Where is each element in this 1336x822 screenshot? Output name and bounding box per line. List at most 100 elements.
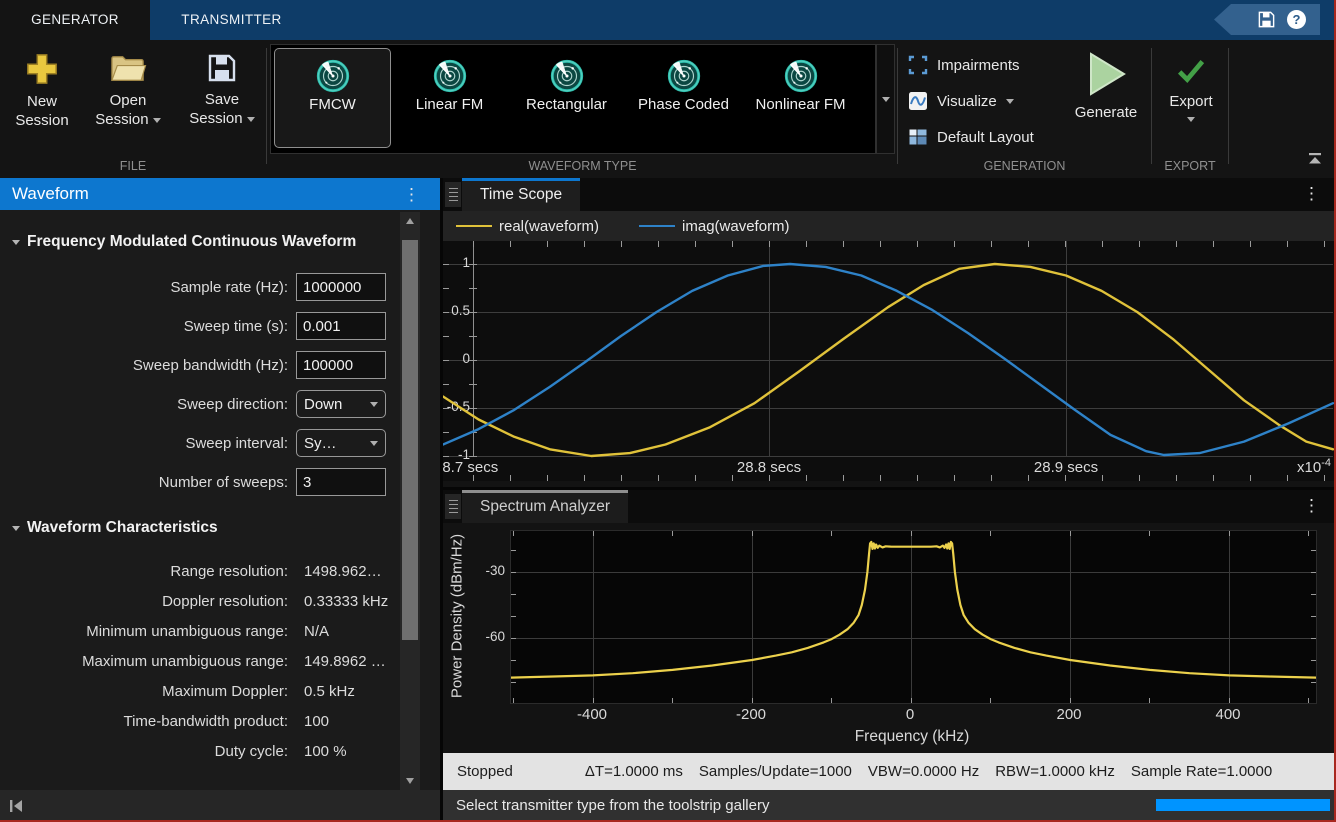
- section-divider: [897, 48, 898, 164]
- drag-grip-icon[interactable]: [445, 182, 461, 207]
- section-header-characteristics[interactable]: Waveform Characteristics: [12, 518, 396, 538]
- export-section-label: EXPORT: [1152, 159, 1228, 173]
- status-vbw: VBW=0.0000 Hz: [868, 763, 979, 780]
- x-axis-title: Frequency (kHz): [812, 728, 1012, 746]
- save-session-button[interactable]: Save Session: [178, 52, 266, 128]
- export-check-icon: [1174, 54, 1208, 88]
- impairments-button[interactable]: Impairments: [908, 52, 1020, 78]
- doppler-resolution-value: 0.33333 kHz: [296, 593, 388, 610]
- characteristic-row: Time-bandwidth product:100: [0, 706, 398, 736]
- bottom-bar-left: [0, 790, 440, 822]
- tab-time-scope[interactable]: Time Scope: [462, 178, 580, 211]
- spectrum-curve: [511, 531, 1316, 703]
- min-unambiguous-range-value: N/A: [296, 623, 329, 640]
- characteristic-row: Maximum unambiguous range:149.8962 …: [0, 646, 398, 676]
- arrow-down-icon: [406, 778, 414, 784]
- sweep-time-input[interactable]: [296, 312, 386, 340]
- waveform-characteristics-list: Range resolution:1498.962… Doppler resol…: [0, 556, 398, 766]
- export-button[interactable]: Export: [1158, 54, 1224, 122]
- collapse-triangle-icon: [12, 526, 20, 531]
- file-section-label: FILE: [0, 159, 266, 173]
- section-divider: [266, 48, 267, 164]
- legend-item-real[interactable]: real(waveform): [456, 218, 599, 235]
- scrollbar-thumb[interactable]: [402, 240, 418, 640]
- chevron-down-icon: [370, 441, 378, 446]
- time-scope-legend: real(waveform) imag(waveform): [443, 211, 1336, 241]
- open-session-button[interactable]: Open Session: [82, 52, 174, 129]
- help-icon[interactable]: ?: [1287, 10, 1306, 29]
- new-session-icon: [25, 52, 59, 86]
- sweep-bandwidth-input[interactable]: [296, 351, 386, 379]
- gallery-item-fmcw[interactable]: FMCW: [274, 48, 391, 148]
- collapse-ribbon-icon[interactable]: [1306, 152, 1324, 166]
- panel-menu-icon[interactable]: ⋮: [1303, 185, 1320, 202]
- waveform-panel-title: Waveform: [12, 184, 89, 203]
- toolstrip: New Session Open Session Save Session FI…: [0, 40, 1336, 178]
- legend-line-swatch: [639, 225, 675, 228]
- panel-menu-icon[interactable]: ⋮: [403, 186, 420, 203]
- chevron-down-icon: [1187, 117, 1195, 122]
- spectrum-tabbar: Spectrum Analyzer ⋮: [443, 490, 1336, 523]
- panel-scrollbar[interactable]: [400, 212, 420, 790]
- section-divider: [1151, 48, 1152, 164]
- gallery-item-linear-fm[interactable]: Linear FM: [391, 48, 508, 148]
- sweep-direction-select[interactable]: Down: [296, 390, 386, 418]
- gallery-item-rectangular[interactable]: Rectangular: [508, 48, 625, 148]
- characteristic-row: Minimum unambiguous range:N/A: [0, 616, 398, 646]
- radar-icon: [431, 57, 469, 95]
- tab-transmitter[interactable]: TRANSMITTER: [150, 0, 313, 40]
- collapse-panel-icon[interactable]: [8, 797, 26, 815]
- arrow-up-icon: [406, 218, 414, 224]
- waveform-type-gallery: FMCW Linear FM Rectangular Phase Coded N…: [270, 44, 876, 154]
- tab-generator[interactable]: GENERATOR: [0, 0, 150, 40]
- save-icon[interactable]: [1257, 10, 1276, 29]
- field-row: Sweep direction: Down: [0, 389, 398, 419]
- y-tick-label: -30: [465, 563, 505, 578]
- y-tick-label: -60: [465, 629, 505, 644]
- legend-line-swatch: [456, 225, 492, 228]
- sample-rate-input[interactable]: [296, 273, 386, 301]
- gallery-item-nonlinear-fm[interactable]: Nonlinear FM: [742, 48, 859, 148]
- time-bandwidth-product-value: 100: [296, 713, 329, 730]
- sweep-interval-select[interactable]: Sy…: [296, 429, 386, 457]
- status-message: Select transmitter type from the toolstr…: [456, 797, 769, 814]
- radar-icon: [782, 57, 820, 95]
- default-layout-button[interactable]: Default Layout: [908, 124, 1034, 150]
- number-of-sweeps-label: Number of sweeps:: [0, 474, 296, 491]
- duty-cycle-value: 100 %: [296, 743, 347, 760]
- characteristic-row: Duty cycle:100 %: [0, 736, 398, 766]
- chevron-down-icon: [882, 97, 890, 102]
- tab-spectrum-analyzer[interactable]: Spectrum Analyzer: [462, 490, 628, 523]
- range-resolution-value: 1498.962…: [296, 563, 382, 580]
- waveform-type-section-label: WAVEFORM TYPE: [270, 159, 895, 173]
- scroll-up-button[interactable]: [400, 212, 420, 230]
- gallery-dropdown-button[interactable]: [876, 44, 895, 154]
- chevron-down-icon: [153, 118, 161, 123]
- x-tick-label: 200: [1039, 706, 1099, 723]
- generate-button[interactable]: Generate: [1062, 48, 1150, 121]
- radar-icon: [665, 57, 703, 95]
- fmcw-parameter-form: Sample rate (Hz): Sweep time (s): Sweep …: [0, 272, 398, 506]
- time-scope-tabbar: Time Scope ⋮: [443, 178, 1336, 211]
- collapse-triangle-icon: [12, 240, 20, 245]
- sweep-direction-label: Sweep direction:: [0, 396, 296, 413]
- scroll-down-button[interactable]: [400, 772, 420, 790]
- field-row: Sweep bandwidth (Hz):: [0, 350, 398, 380]
- visualize-button[interactable]: Visualize: [908, 88, 1014, 114]
- gallery-item-phase-coded[interactable]: Phase Coded: [625, 48, 742, 148]
- default-layout-icon: [908, 127, 928, 147]
- open-session-label: Open: [110, 92, 147, 109]
- section-header-fmcw[interactable]: Frequency Modulated Continuous Waveform: [12, 232, 396, 252]
- new-session-button[interactable]: New Session: [6, 52, 78, 130]
- drag-grip-icon[interactable]: [445, 494, 461, 519]
- characteristic-row: Range resolution:1498.962…: [0, 556, 398, 586]
- time-scope-curves: [443, 241, 1336, 481]
- number-of-sweeps-input[interactable]: [296, 468, 386, 496]
- section-divider: [1228, 48, 1229, 164]
- waveform-panel-header: Waveform ⋮: [0, 178, 440, 210]
- spectrum-plot[interactable]: [510, 530, 1317, 704]
- legend-item-imag[interactable]: imag(waveform): [639, 218, 790, 235]
- time-scope-plot[interactable]: 1 0.5 0 -0.5 -1 28.7 secs 28.8 secs 28.9…: [443, 241, 1336, 481]
- panel-menu-icon[interactable]: ⋮: [1303, 497, 1320, 514]
- save-session-label: Save: [205, 91, 239, 108]
